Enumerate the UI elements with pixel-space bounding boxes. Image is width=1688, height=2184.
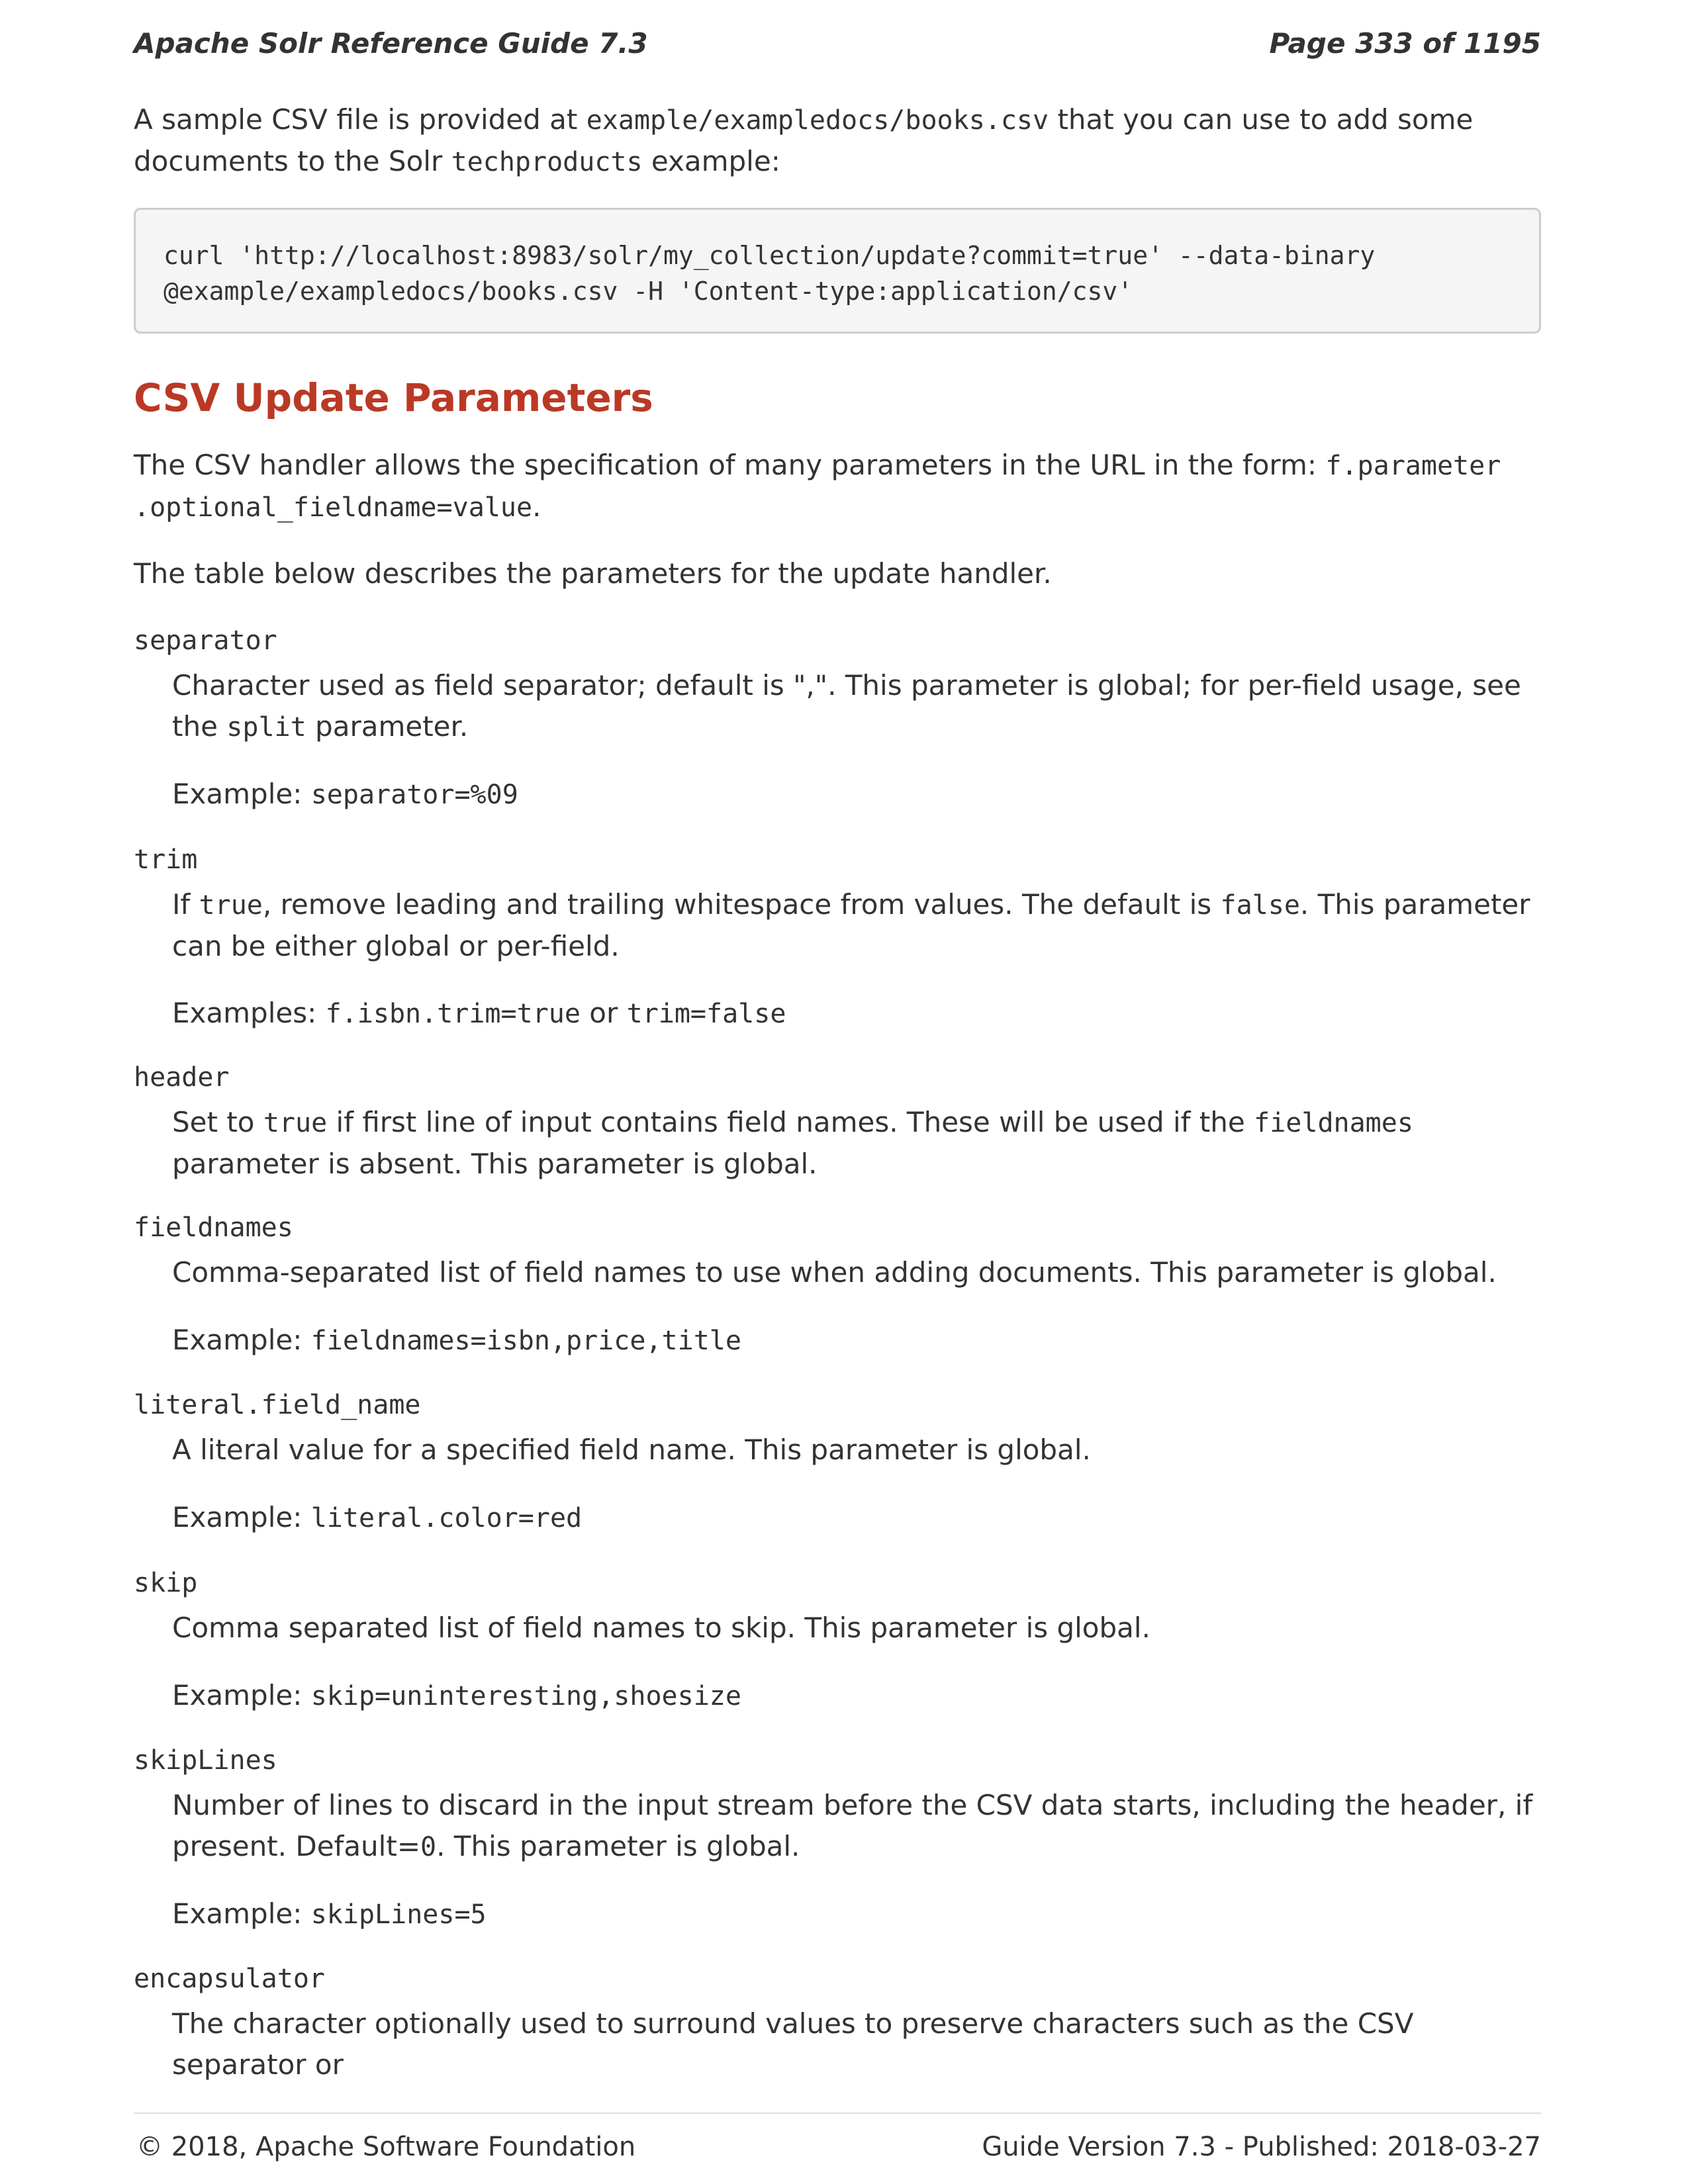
param-desc-trim: If true, remove leading and trailing whi…: [172, 884, 1549, 967]
param-term-fieldnames: fieldnames: [134, 1212, 293, 1243]
param-desc-literal: A literal value for a specified field na…: [172, 1433, 1091, 1466]
desc-text: . This parameter is global.: [436, 1830, 800, 1862]
example-label: Example:: [172, 1324, 311, 1356]
desc-text: Set to: [172, 1106, 263, 1138]
desc-text: If: [172, 888, 199, 921]
page-number: Page 333 of 1195: [1269, 27, 1541, 60]
example-label: Example:: [172, 1897, 311, 1930]
param-example-separator: Example: separator=%09: [172, 774, 1549, 815]
example-code: literal.color=red: [310, 1503, 583, 1533]
section-intro-text: The CSV handler allows the specification…: [134, 449, 1326, 481]
param-term-trim: trim: [134, 844, 198, 875]
param-desc-fieldnames: Comma-separated list of field names to u…: [172, 1256, 1497, 1289]
example-text: or: [580, 997, 627, 1029]
param-example-literal: Example: literal.color=red: [172, 1497, 1549, 1539]
example-code: skip=uninteresting,shoesize: [310, 1681, 741, 1711]
param-desc-encapsulator: The character optionally used to surroun…: [172, 2007, 1414, 2081]
param-example-skiplines: Example: skipLines=5: [172, 1893, 1549, 1935]
desc-code: false: [1220, 890, 1300, 921]
example-label: Example:: [172, 778, 311, 810]
param-desc-header: Set to true if first line of input conta…: [172, 1102, 1549, 1185]
desc-code: split: [226, 712, 306, 743]
intro-paragraph: A sample CSV file is provided at example…: [134, 99, 1550, 183]
param-example-skip: Example: skip=uninteresting,shoesize: [172, 1675, 1549, 1717]
param-term-literal-field-name: literal.field_name: [134, 1390, 421, 1420]
param-term-header: header: [134, 1062, 230, 1093]
section-intro-text: .: [532, 490, 541, 523]
desc-code: true: [199, 890, 263, 921]
footer-version: Guide Version 7.3 - Published: 2018-03-2…: [982, 2132, 1541, 2162]
example-code: trim=false: [626, 999, 786, 1029]
intro-code-techproducts: techproducts: [451, 147, 643, 177]
example-label: Example:: [172, 1679, 311, 1711]
desc-code: 0: [420, 1832, 437, 1862]
example-code: f.isbn.trim=true: [325, 999, 581, 1029]
example-label: Example:: [172, 1501, 311, 1533]
running-header-title: Apache Solr Reference Guide 7.3: [134, 27, 648, 60]
desc-text: Number of lines to discard in the input …: [172, 1789, 1533, 1862]
section-heading: CSV Update Parameters: [134, 375, 653, 420]
desc-text: , remove leading and trailing whitespace…: [262, 888, 1221, 921]
code-line-2: @example/exampledocs/books.csv -H 'Conte…: [164, 277, 1133, 306]
intro-text: example:: [642, 145, 780, 177]
param-desc-separator: Character used as field separator; defau…: [172, 665, 1549, 748]
example-code: separator=%09: [310, 780, 518, 810]
desc-text: parameter.: [306, 710, 469, 743]
desc-code: true: [263, 1108, 328, 1138]
code-block: curl 'http://localhost:8983/solr/my_coll…: [134, 208, 1541, 334]
example-code: skipLines=5: [310, 1899, 487, 1930]
footer-divider: [134, 2113, 1541, 2114]
example-code: fieldnames=isbn,price,title: [310, 1326, 741, 1356]
example-label: Examples:: [172, 997, 326, 1029]
param-term-skip: skip: [134, 1568, 198, 1598]
section-intro-paragraph: The CSV handler allows the specification…: [134, 445, 1550, 528]
table-description-paragraph: The table below describes the parameters…: [134, 557, 1052, 590]
intro-text: A sample CSV file is provided at: [134, 103, 586, 136]
desc-text: parameter is absent. This parameter is g…: [172, 1148, 818, 1180]
param-desc-skip: Comma separated list of field names to s…: [172, 1612, 1150, 1644]
param-term-encapsulator: encapsulator: [134, 1964, 325, 1994]
param-desc-skiplines: Number of lines to discard in the input …: [172, 1785, 1549, 1868]
param-term-separator: separator: [134, 625, 277, 656]
desc-text: if first line of input contains field na…: [327, 1106, 1254, 1138]
code-line-1: curl 'http://localhost:8983/solr/my_coll…: [164, 241, 1376, 270]
param-example-fieldnames: Example: fieldnames=isbn,price,title: [172, 1320, 1549, 1361]
intro-code-path: example/exampledocs/books.csv: [586, 105, 1049, 136]
footer-copyright: © 2018, Apache Software Foundation: [136, 2132, 636, 2162]
param-term-skiplines: skipLines: [134, 1745, 277, 1776]
desc-code: fieldnames: [1254, 1108, 1413, 1138]
param-example-trim: Examples: f.isbn.trim=true or trim=false: [172, 993, 1549, 1034]
